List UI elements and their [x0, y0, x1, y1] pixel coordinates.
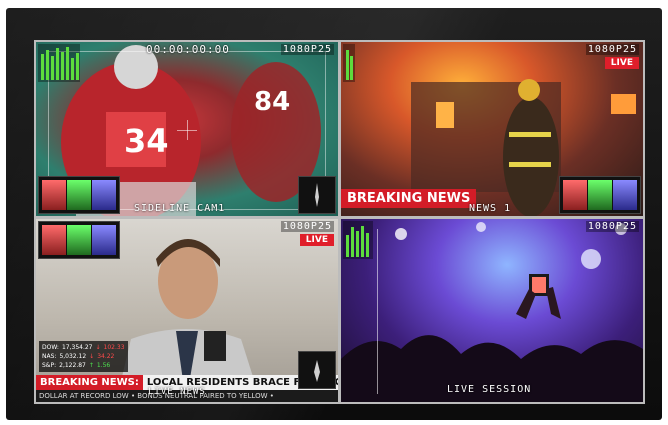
resolution-label: 1080P25: [280, 221, 334, 232]
monitor-bezel: 34 84 00:00:00:00 1080P25 SIDELINE CAM1 …: [6, 8, 662, 420]
center-cross: [187, 120, 188, 140]
audio-meter: [38, 44, 80, 82]
source-caption: LIVE SESSION: [447, 384, 532, 395]
live-badge: LIVE: [299, 234, 334, 246]
guide-line: [377, 229, 378, 394]
resolution-label: 1080P25: [280, 44, 334, 55]
audio-meter: [343, 44, 355, 82]
source-caption: NEWS 1: [469, 203, 512, 214]
stock-row: S&P: 2,122.87 ↑ 1.56: [42, 362, 111, 369]
resolution-label: 1080P25: [585, 44, 639, 55]
timecode: 00:00:00:00: [146, 43, 230, 56]
rgb-waveform-scope: [559, 176, 641, 214]
rgb-waveform-scope: [38, 221, 120, 259]
concert-crowd-image: [341, 222, 643, 402]
rgb-waveform-scope: [38, 176, 120, 214]
source-caption: SIDELINE CAM1: [134, 203, 226, 214]
pane-news-1[interactable]: 1080P25 LIVE BREAKING NEWS NEWS 1: [341, 42, 643, 216]
pane-live-news[interactable]: 1080P25 LIVE DOW: 17,354.27 ↓ 102.33 NAS: 5,…: [36, 219, 338, 402]
audio-meter: [343, 221, 373, 259]
pane-sideline-cam[interactable]: 34 84 00:00:00:00 1080P25 SIDELINE CAM1: [36, 42, 338, 216]
stock-row: DOW: 17,354.27 ↓ 102.33: [42, 344, 125, 351]
stock-ticker-box: DOW: 17,354.27 ↓ 102.33 NAS: 5,032.12 ↓ 34.22 …: [39, 341, 128, 372]
ticker-label: BREAKING NEWS:: [36, 375, 143, 390]
resolution-label: 1080P25: [585, 221, 639, 232]
live-badge: LIVE: [604, 57, 639, 69]
source-caption: LIVE NEWS: [148, 387, 206, 397]
vectorscope: [298, 176, 336, 214]
stock-row: NAS: 5,032.12 ↓ 34.22: [42, 353, 115, 360]
vectorscope: [298, 351, 336, 389]
pane-live-session[interactable]: 1080P25 LIVE SESSION: [341, 219, 643, 402]
multiview-screen: 34 84 00:00:00:00 1080P25 SIDELINE CAM1 …: [34, 40, 645, 404]
breaking-news-banner: BREAKING NEWS: [341, 189, 477, 208]
